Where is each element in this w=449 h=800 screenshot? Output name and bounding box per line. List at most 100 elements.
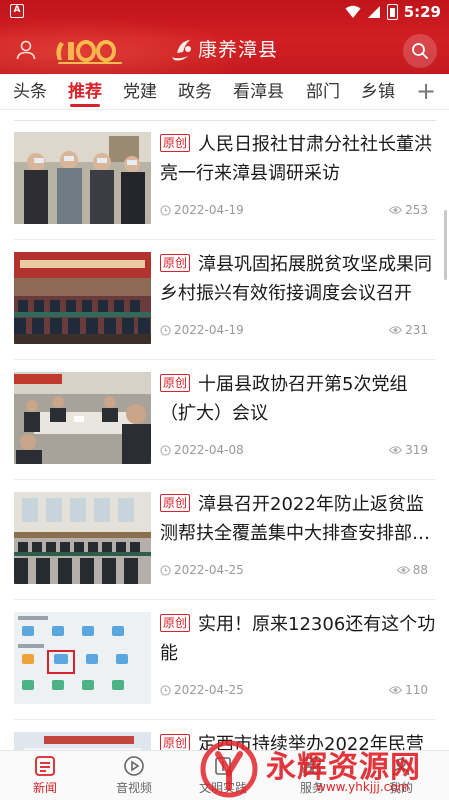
clock-icon [160,565,171,576]
publish-date: 2022-04-25 [174,563,244,577]
eye-icon [389,206,403,214]
nav-service-label: 服务 [299,781,324,795]
scrollbar[interactable] [444,210,447,280]
article-title: 原创漳县召开2022年防止返贫监测帮扶全覆盖集中大排查安排部署会议 [160,490,436,548]
news-list-item[interactable]: 原创 人民日报社甘肃分社社长董洪亮一行来漳县调研采访 2022-04-19 253 [14,122,436,240]
battery-icon [386,4,398,20]
service-icon [303,757,321,775]
original-badge: 原创 [160,254,191,272]
status-bar: A 5:29 [0,0,449,24]
clock-icon [160,685,171,696]
article-title-text: 人民日报社甘肃分社社长董洪亮一行来漳县调研采访 [160,134,433,184]
tab-bumen[interactable]: 部门 [306,78,340,106]
search-button[interactable] [403,34,437,68]
eye-icon [389,686,403,694]
active-tab-indicator [70,104,100,107]
article-title-text: 定西市持续举办2022年民营 [198,734,424,750]
nav-profile-label: 我的 [388,781,413,795]
news-list-item[interactable]: 原创 定西市持续举办2022年民营 [14,722,436,750]
article-meta: 2022-04-08 319 [160,442,436,460]
nav-profile[interactable]: 我的 [366,755,436,796]
news-icon [35,756,55,776]
nav-news-label: 新闻 [32,781,57,795]
publish-date: 2022-04-19 [174,203,244,217]
original-badge: 原创 [160,734,191,750]
article-title-text: 漳县巩固拓展脱贫攻坚成果同乡村振兴有效衔接调度会议召开 [160,254,433,304]
eye-icon [396,566,410,574]
article-thumbnail [14,492,151,584]
view-count-value: 110 [405,683,428,697]
app-header: A 5:29 康养漳县 [0,0,449,74]
article-title: 原创 人民日报社甘肃分社社长董洪亮一行来漳县调研采访 [160,130,436,188]
tab-zhengwu[interactable]: 政务 [178,78,212,106]
nav-video-label: 音视频 [115,781,152,795]
status-indicators: 5:29 [345,2,441,22]
tab-kanzhangxian[interactable]: 看漳县 [233,78,284,106]
article-thumbnail [14,612,151,704]
view-count: 253 [389,203,428,217]
view-count-value: 319 [405,443,428,457]
clock-icon [160,325,171,336]
channel-tab-bar: 头条 推荐 党建 政务 看漳县 部门 乡镇 [0,74,449,110]
tab-tuijian[interactable]: 推荐 [68,78,102,106]
news-feed[interactable]: 原创 人民日报社甘肃分社社长董洪亮一行来漳县调研采访 2022-04-19 253 [0,110,449,750]
original-badge: 原创 [160,374,191,392]
view-count: 231 [389,323,428,337]
article-thumbnail [14,132,151,224]
app-title: 康养漳县 [198,39,279,61]
notification-icon: A [10,4,24,18]
bottom-navigation: 新闻 音视频 文明实践 服务 我的 [0,750,449,800]
view-count: 88 [396,563,428,577]
article-thumbnail [14,372,151,464]
article-title-text: 实用！原来12306还有这个功能 [160,614,436,664]
clock-icon [160,205,171,216]
article-meta: 2022-04-19 253 [160,202,436,220]
nav-service[interactable]: 服务 [277,755,347,796]
publish-date: 2022-04-25 [174,683,244,697]
add-channel-button[interactable]: + [413,78,439,104]
nav-news[interactable]: 新闻 [10,755,80,796]
practice-icon [215,757,231,775]
publish-date: 2022-04-08 [174,443,244,457]
divider [14,120,436,121]
tab-xiangzhen[interactable]: 乡镇 [361,78,395,106]
article-thumbnail [14,252,151,344]
tab-toutiao[interactable]: 头条 [13,78,47,106]
user-icon[interactable] [14,38,38,62]
view-count: 319 [389,443,428,457]
article-meta: 2022-04-19 231 [160,322,436,340]
article-meta: 2022-04-25 110 [160,682,436,700]
profile-icon [392,758,410,776]
original-badge: 原创 [160,134,191,152]
nav-practice[interactable]: 文明实践 [188,755,258,796]
article-title: 原创 漳县巩固拓展脱贫攻坚成果同乡村振兴有效衔接调度会议召开 [160,250,436,308]
tab-dangjian[interactable]: 党建 [123,78,157,106]
video-icon [124,756,144,776]
original-badge: 原创 [160,614,191,632]
centenary-emblem-logo [56,40,122,64]
eye-icon [389,446,403,454]
eye-icon [389,326,403,334]
article-thumbnail [14,732,151,750]
view-count-value: 253 [405,203,428,217]
view-count-value: 231 [405,323,428,337]
news-list-item[interactable]: 原创 十届县政协召开第5次党组（扩大）会议 2022-04-08 319 [14,362,436,480]
status-time: 5:29 [403,3,441,21]
news-list-item[interactable]: 原创漳县召开2022年防止返贫监测帮扶全覆盖集中大排查安排部署会议 2022-0… [14,482,436,600]
nav-practice-label: 文明实践 [198,781,247,795]
article-meta: 2022-04-25 88 [160,562,436,580]
clock-icon [160,445,171,456]
nav-video[interactable]: 音视频 [99,755,169,796]
search-icon [412,43,428,59]
news-list-item[interactable]: 原创 实用！原来12306还有这个功能 2022-04-25 110 [14,602,436,720]
original-badge: 原创 [160,494,191,512]
news-list-item[interactable]: 原创 漳县巩固拓展脱贫攻坚成果同乡村振兴有效衔接调度会议召开 2022-04-19… [14,242,436,360]
article-title: 原创 定西市持续举办2022年民营 [160,730,436,750]
article-title: 原创 实用！原来12306还有这个功能 [160,610,436,668]
publish-date: 2022-04-19 [174,323,244,337]
article-title-text: 漳县召开2022年防止返贫监测帮扶全覆盖集中大排查安排部署会议 [160,494,430,544]
article-title-text: 十届县政协召开第5次党组（扩大）会议 [160,374,408,424]
app-logo-icon [172,40,191,61]
article-title: 原创 十届县政协召开第5次党组（扩大）会议 [160,370,436,428]
signal-icon [367,6,380,18]
